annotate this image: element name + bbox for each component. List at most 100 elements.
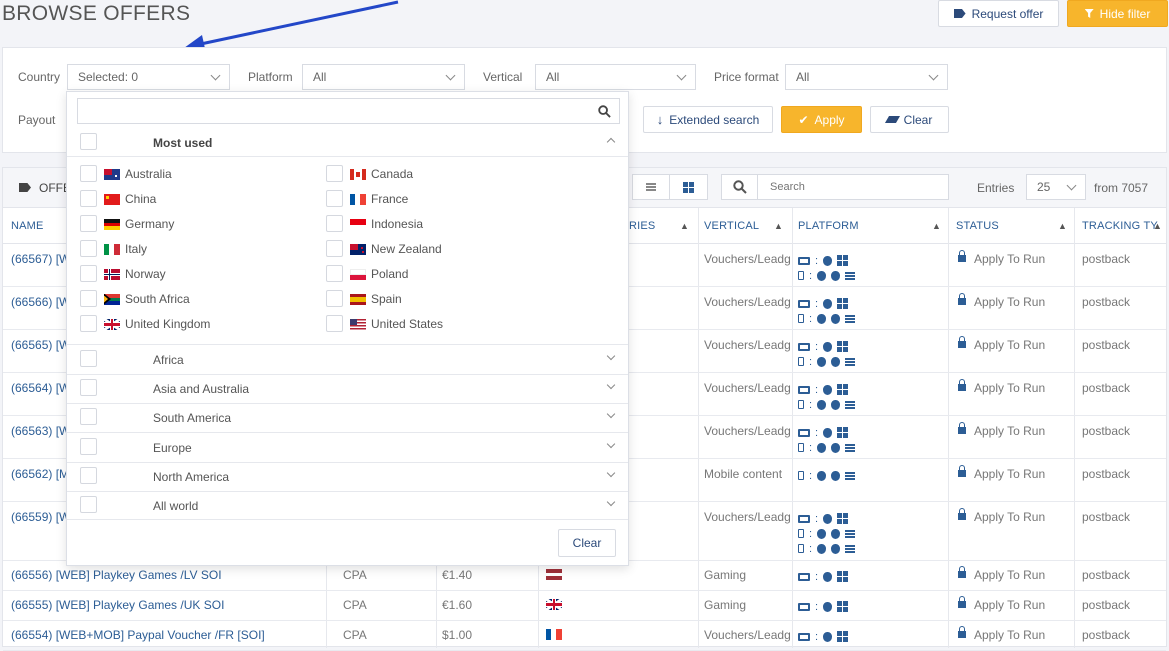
country-label: Indonesia <box>371 217 424 231</box>
country-checkbox[interactable] <box>326 240 343 257</box>
country-search-box[interactable] <box>77 98 620 124</box>
country-option[interactable]: New Zealand <box>350 242 442 256</box>
mobile-icon <box>798 443 804 452</box>
column-countries[interactable]: RIES <box>629 208 655 244</box>
region-label[interactable]: Asia and Australia <box>153 382 249 396</box>
country-checkbox[interactable] <box>326 290 343 307</box>
offer-name-link[interactable]: (66564) [W <box>11 381 70 395</box>
region-checkbox[interactable] <box>80 466 97 484</box>
sort-icon[interactable]: ▲︎ <box>680 221 689 231</box>
chevron-down-icon[interactable] <box>606 439 616 448</box>
region-checkbox[interactable] <box>80 437 97 455</box>
country-option[interactable]: China <box>104 192 156 206</box>
country-option[interactable]: Indonesia <box>350 217 423 231</box>
country-select[interactable]: Selected: 0 <box>67 64 230 90</box>
chevron-down-icon <box>1066 180 1077 190</box>
offer-name-link[interactable]: (66562) [M <box>11 467 69 481</box>
country-search-input[interactable] <box>78 99 619 123</box>
list-icon <box>845 400 856 409</box>
desktop-icon <box>798 514 810 523</box>
region-checkbox[interactable] <box>80 379 97 397</box>
sort-icon[interactable]: ▲ <box>1153 221 1162 231</box>
country-checkbox[interactable] <box>80 165 97 182</box>
country-checkbox[interactable] <box>326 215 343 232</box>
country-option[interactable]: Germany <box>104 217 174 231</box>
country-checkbox[interactable] <box>80 290 97 307</box>
sort-icon[interactable]: ▲ <box>774 221 783 231</box>
column-platform[interactable]: PLATFORM <box>798 208 859 244</box>
desktop-icon <box>798 572 810 581</box>
apply-button[interactable]: ✔ Apply <box>781 106 862 133</box>
region-label[interactable]: Africa <box>153 353 184 367</box>
country-option[interactable]: Australia <box>104 167 172 181</box>
region-label[interactable]: North America <box>153 470 229 484</box>
country-option[interactable]: Spain <box>350 292 402 306</box>
status-text: Apply To Run <box>974 381 1046 395</box>
sort-icon[interactable]: ▲ <box>1058 221 1067 231</box>
most-used-checkbox[interactable] <box>80 133 97 150</box>
search-button[interactable] <box>721 174 758 200</box>
clear-filters-button[interactable]: Clear <box>870 106 949 133</box>
country-option[interactable]: United Kingdom <box>104 317 210 331</box>
vertical-select[interactable]: All <box>535 64 696 90</box>
country-checkbox[interactable] <box>326 165 343 182</box>
dropdown-clear-button[interactable]: Clear <box>558 529 616 557</box>
country-option[interactable]: Italy <box>104 242 147 256</box>
country-checkbox[interactable] <box>80 315 97 332</box>
chevron-down-icon[interactable] <box>606 497 616 507</box>
platform-icons: :: <box>798 253 856 283</box>
offer-name-link[interactable]: (66556) [WEB] Playkey Games /LV SOI <box>11 568 222 582</box>
grid-view-button[interactable] <box>670 175 707 199</box>
list-view-button[interactable] <box>633 175 671 199</box>
offer-name-link[interactable]: (66567) [W <box>11 252 70 266</box>
column-tracking-type[interactable]: TRACKING TY <box>1082 208 1158 244</box>
vertical-value: Vouchers/Leadge <box>704 338 790 352</box>
country-checkbox[interactable] <box>80 215 97 232</box>
tracking-type: postback <box>1082 467 1131 481</box>
country-checkbox[interactable] <box>80 265 97 282</box>
column-status[interactable]: STATUS <box>956 208 999 244</box>
payout-label: Payout <box>18 113 56 127</box>
country-option[interactable]: United States <box>350 317 443 331</box>
hide-filter-button[interactable]: Hide filter <box>1067 0 1168 27</box>
platform-select[interactable]: All <box>302 64 465 90</box>
entries-select[interactable]: 25 <box>1026 174 1086 200</box>
region-checkbox[interactable] <box>80 350 97 367</box>
country-checkbox[interactable] <box>80 240 97 257</box>
country-option[interactable]: France <box>350 192 408 206</box>
apple-icon <box>823 513 833 524</box>
region-label[interactable]: South America <box>153 411 231 425</box>
country-option[interactable]: South Africa <box>104 292 190 306</box>
offer-name-link[interactable]: (66559) [W <box>11 510 70 524</box>
offer-name-link[interactable]: (66554) [WEB+MOB] Paypal Voucher /FR [SO… <box>11 628 265 642</box>
country-checkbox[interactable] <box>80 190 97 207</box>
extended-search-button[interactable]: ↓ Extended search <box>643 106 773 133</box>
country-checkbox[interactable] <box>326 315 343 332</box>
offer-name-link[interactable]: (66563) [W <box>11 424 70 438</box>
sort-icon[interactable]: ▲ <box>932 221 941 231</box>
chevron-up-icon[interactable] <box>606 137 616 147</box>
country-option[interactable]: Norway <box>104 267 166 281</box>
offer-name-link[interactable]: (66565) [W <box>11 338 70 352</box>
offers-search-input[interactable] <box>757 174 949 200</box>
region-checkbox[interactable] <box>80 496 97 513</box>
request-offer-button[interactable]: Request offer <box>938 0 1059 27</box>
chevron-down-icon[interactable] <box>606 468 616 478</box>
country-option[interactable]: Canada <box>350 167 413 181</box>
offer-name-link[interactable]: (66555) [WEB] Playkey Games /UK SOI <box>11 598 224 612</box>
region-label[interactable]: Europe <box>153 441 192 455</box>
chevron-down-icon[interactable] <box>606 351 616 361</box>
offer-name-link[interactable]: (66566) [W <box>11 295 70 309</box>
status-text: Apply To Run <box>974 568 1046 582</box>
chevron-down-icon[interactable] <box>606 380 616 390</box>
region-checkbox[interactable] <box>80 408 97 426</box>
column-name[interactable]: NAME <box>11 208 44 244</box>
price-format-select[interactable]: All <box>785 64 948 90</box>
country-option[interactable]: Poland <box>350 267 408 281</box>
chevron-down-icon[interactable] <box>606 410 616 419</box>
column-vertical[interactable]: VERTICAL <box>704 208 759 244</box>
region-label[interactable]: All world <box>153 499 198 513</box>
windows-icon <box>837 298 849 309</box>
country-checkbox[interactable] <box>326 265 343 282</box>
country-checkbox[interactable] <box>326 190 343 207</box>
